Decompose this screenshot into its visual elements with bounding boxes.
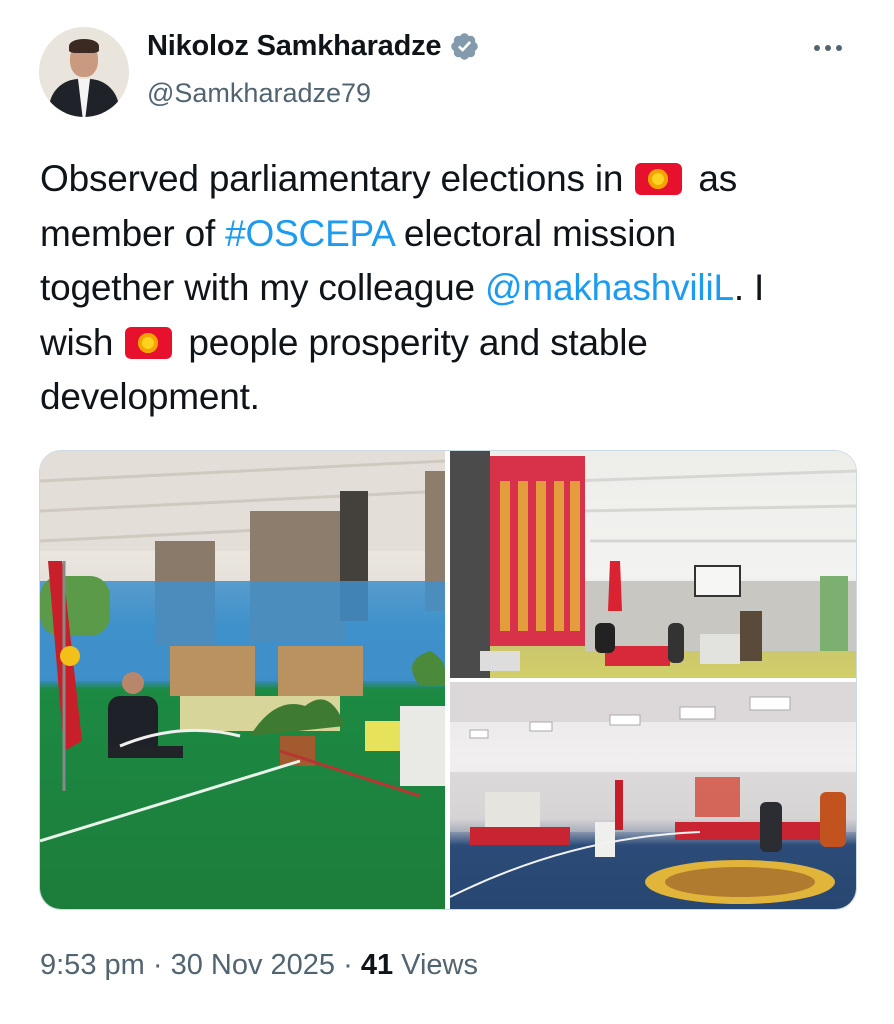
views-label: Views <box>393 949 478 981</box>
avatar-hair <box>69 39 99 53</box>
post-date[interactable]: 30 Nov 2025 <box>171 949 335 981</box>
author-handle[interactable]: @Samkharadze79 <box>147 78 371 109</box>
views-count: 41 <box>360 949 394 981</box>
tweet-line: wish people prosperity and stable <box>40 316 840 371</box>
tweet-line: development. <box>40 376 260 417</box>
polling-station-illustration <box>40 451 445 843</box>
text-segment: electoral mission <box>393 212 676 254</box>
tweet-line: together with my colleague @makhashviliL… <box>40 261 840 316</box>
tweet-text: Observed parliamentary elections in as m… <box>40 152 840 425</box>
voting-hall-illustration <box>450 682 856 904</box>
photo-voting-hall[interactable] <box>450 682 856 909</box>
text-segment: member of <box>40 212 226 254</box>
tweet-meta: 9:53 pm · 30 Nov 2025 · 41 Views <box>40 949 478 982</box>
author-name-row: Nikoloz Samkharadze <box>147 30 480 63</box>
text-segment: people prosperity and stable <box>178 321 648 363</box>
mention-link[interactable]: @makhashviliL <box>485 267 734 308</box>
gym-hall-illustration <box>450 451 856 678</box>
kyrgyzstan-flag-icon <box>635 163 683 195</box>
meta-separator: · <box>335 949 361 981</box>
tweet-line: Observed parliamentary elections in as <box>40 152 840 207</box>
text-segment: Observed parliamentary elections in <box>40 158 634 199</box>
more-dot <box>814 45 820 51</box>
author-avatar[interactable] <box>39 27 129 117</box>
text-segment: wish <box>40 321 124 363</box>
text-segment: as <box>688 158 738 199</box>
author-name[interactable]: Nikoloz Samkharadze <box>147 30 442 63</box>
post-time[interactable]: 9:53 pm <box>40 949 145 981</box>
more-dot <box>825 45 831 51</box>
hashtag-link[interactable]: #OSCEPA <box>225 213 394 254</box>
text-segment: together with my colleague <box>40 267 486 308</box>
more-options-icon[interactable] <box>814 38 854 58</box>
photo-polling-station[interactable] <box>40 451 445 909</box>
verified-badge-icon <box>451 33 479 60</box>
kyrgyzstan-flag-icon <box>125 326 173 359</box>
text-segment: . I <box>733 267 765 308</box>
photo-gym-hall[interactable] <box>450 451 856 678</box>
media-grid <box>39 450 857 910</box>
more-dot <box>836 45 842 51</box>
meta-separator: · <box>144 949 171 981</box>
tweet-line: member of #OSCEPA electoral mission <box>40 207 840 262</box>
